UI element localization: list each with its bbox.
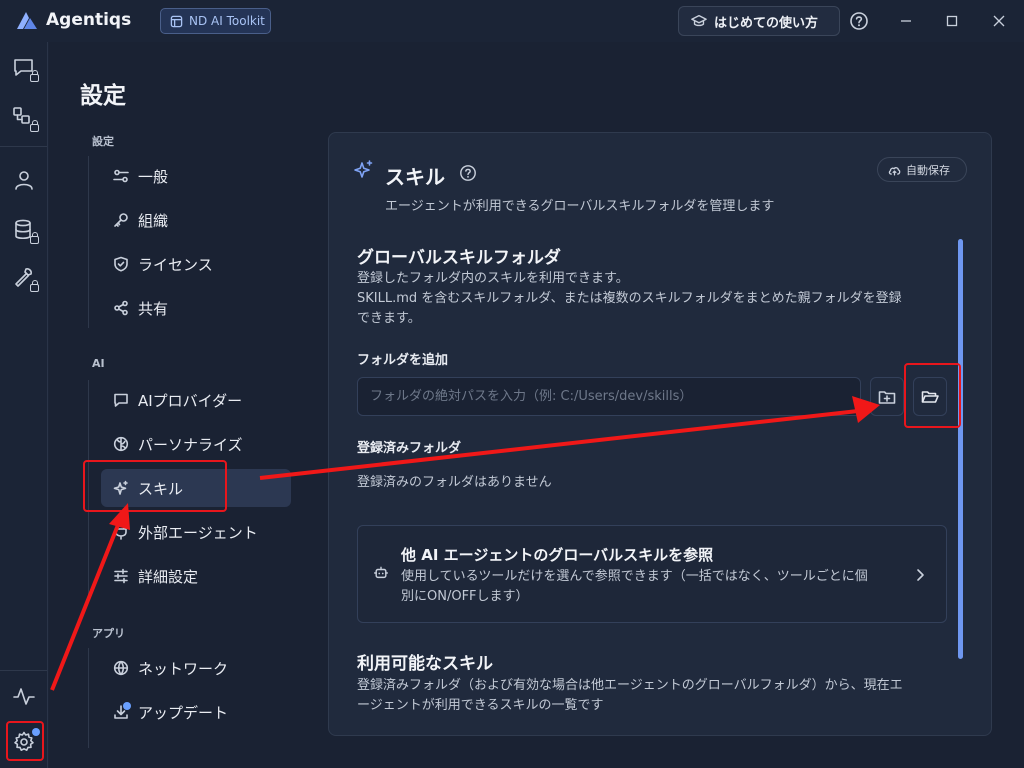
annotation-arrowhead bbox=[109, 503, 130, 530]
annotation-arrow bbox=[259, 409, 859, 480]
annotation-arrowhead bbox=[852, 396, 880, 423]
annotation-arrow bbox=[50, 519, 122, 691]
annotation-arrows bbox=[50, 396, 880, 691]
